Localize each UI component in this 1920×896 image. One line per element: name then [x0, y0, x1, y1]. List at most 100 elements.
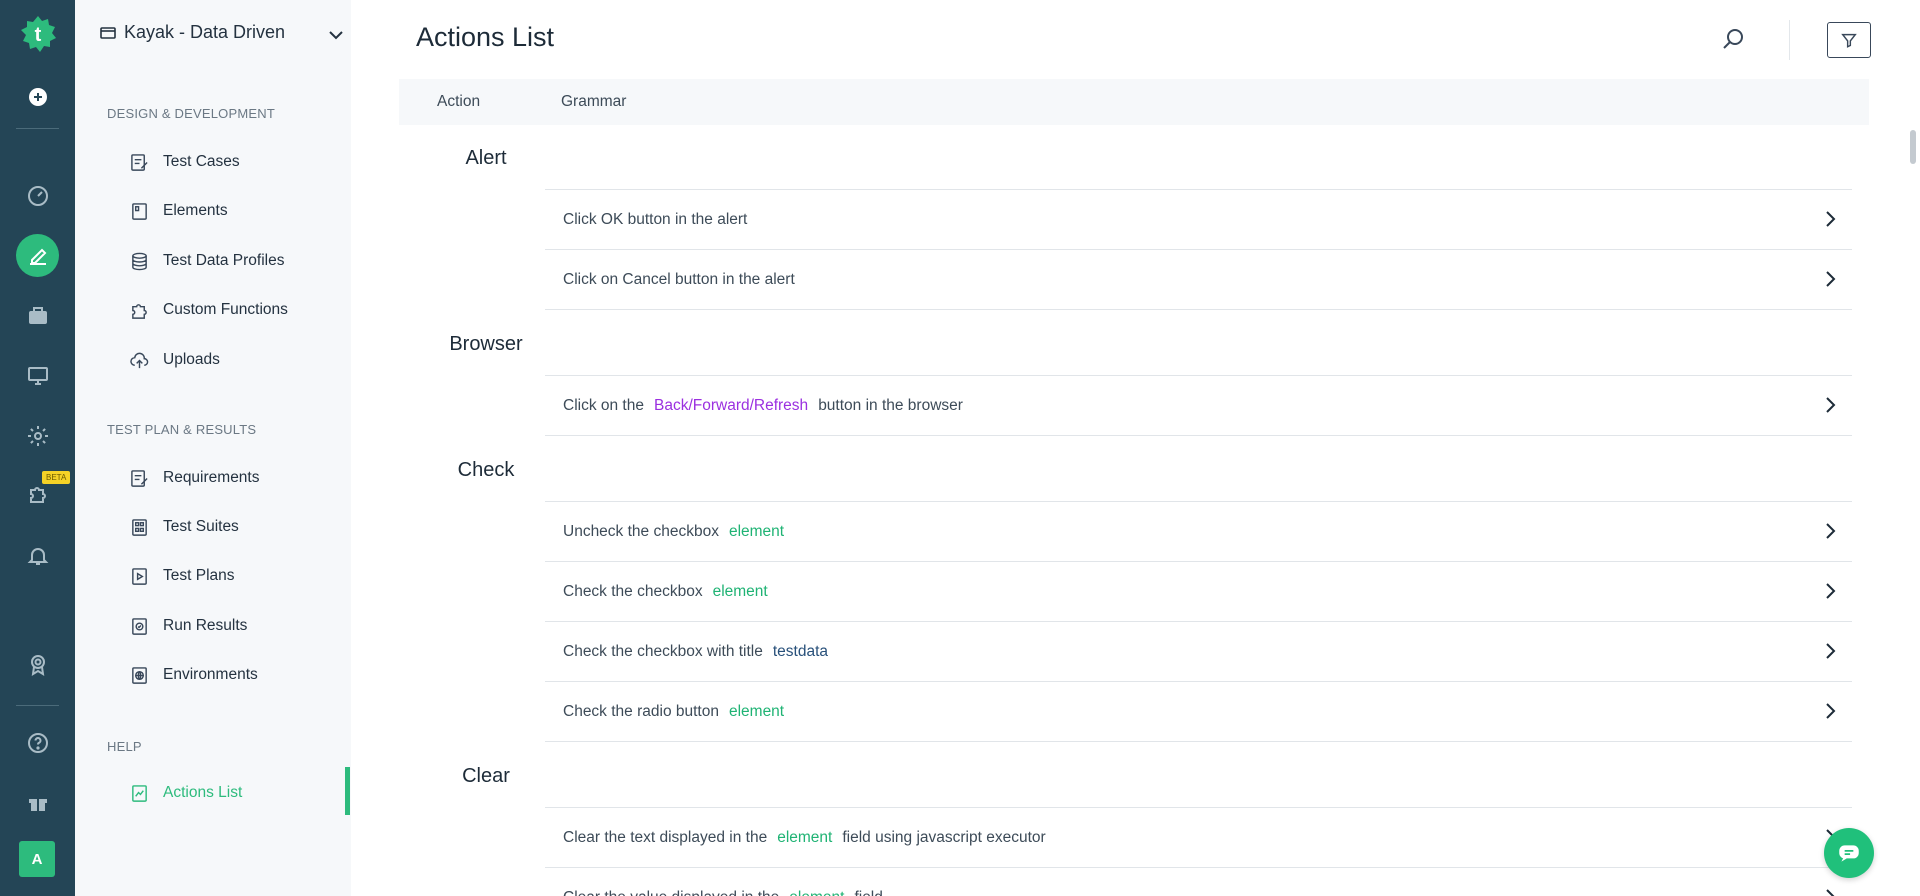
grammar-text: Clear the text displayed in the	[563, 828, 768, 846]
action-row[interactable]: Check the checkbox with title testdata	[545, 621, 1852, 681]
action-row[interactable]: Check the radio button element	[545, 681, 1852, 741]
beta-badge: BETA	[42, 471, 71, 484]
chat-button[interactable]	[1824, 828, 1874, 878]
chevron-right-icon[interactable]	[1820, 641, 1840, 661]
action-grammar: Click on Cancel button in the alert	[563, 271, 795, 289]
chevron-right-icon[interactable]	[1820, 521, 1840, 541]
rail-divider	[16, 128, 59, 129]
grammar-text: Click on Cancel button in the alert	[563, 270, 795, 288]
section-label-test-plan: TEST PLAN & RESULTS	[107, 422, 257, 437]
sidebar-item-uploads[interactable]: Uploads	[130, 345, 345, 375]
sidebar-item-label: Requirements	[163, 469, 260, 486]
group-label-clear: Clear	[462, 765, 510, 787]
help-icon[interactable]	[16, 721, 59, 764]
sidebar-item-test-plans[interactable]: Test Plans	[130, 561, 345, 591]
grammar-text: Click OK button in the alert	[563, 210, 748, 228]
grammar-text: Click on the	[563, 396, 644, 414]
sidebar-item-elements[interactable]: Elements	[130, 196, 345, 226]
row-divider	[545, 309, 1852, 310]
pencil-icon[interactable]	[16, 234, 59, 277]
grammar-argument: element	[728, 702, 785, 720]
sidebar-item-test-cases[interactable]: Test Cases	[130, 147, 345, 177]
sidebar-item-custom-functions[interactable]: Custom Functions	[130, 295, 345, 325]
action-row[interactable]: Click on Cancel button in the alert	[545, 249, 1852, 309]
briefcase-icon[interactable]	[16, 294, 59, 337]
sidebar-item-label: Test Cases	[163, 153, 240, 170]
project-icon	[100, 26, 116, 39]
sidebar-item-actions-list[interactable]: Actions List	[130, 778, 345, 808]
logo-icon[interactable]: t	[18, 14, 58, 54]
scrollbar[interactable]	[1910, 130, 1916, 164]
chevron-right-icon[interactable]	[1820, 887, 1840, 896]
column-header-action: Action	[437, 93, 481, 110]
chevron-right-icon[interactable]	[1820, 581, 1840, 601]
sidebar-item-label: Test Plans	[163, 567, 235, 584]
action-grammar: Click on the Back/Forward/Refresh button i…	[563, 397, 963, 415]
grammar-argument: element	[728, 522, 785, 540]
monitor-icon[interactable]	[16, 354, 59, 397]
page-title: Actions List	[416, 22, 555, 52]
test-suites-icon	[132, 518, 147, 536]
bell-icon[interactable]	[16, 534, 59, 577]
gift-icon[interactable]	[16, 781, 59, 824]
action-grammar: Clear the value displayed in the element f…	[563, 889, 883, 896]
avatar[interactable]: A	[19, 841, 55, 877]
requirements-icon	[131, 469, 148, 487]
sidebar-item-run-results[interactable]: Run Results	[130, 611, 345, 641]
grammar-text: Check the checkbox with title	[563, 642, 763, 660]
sidebar-item-label: Test Data Profiles	[163, 252, 285, 269]
section-label-design: DESIGN & DEVELOPMENT	[107, 106, 275, 121]
sidebar-item-environments[interactable]: Environments	[130, 660, 345, 690]
action-row[interactable]: Check the checkbox element	[545, 561, 1852, 621]
action-row[interactable]: Click OK button in the alert	[545, 189, 1852, 249]
action-row[interactable]: Clear the text displayed in the element fi…	[545, 807, 1852, 867]
add-icon[interactable]	[16, 75, 59, 118]
action-grammar: Check the radio button element	[563, 703, 794, 721]
chevron-right-icon[interactable]	[1820, 269, 1840, 289]
filter-icon	[1841, 33, 1857, 48]
chevron-right-icon[interactable]	[1820, 209, 1840, 229]
grammar-text: button in the browser	[818, 396, 963, 414]
action-row[interactable]: Clear the value displayed in the element f…	[545, 867, 1852, 896]
grammar-text: Check the checkbox	[563, 582, 703, 600]
toolbar-divider	[1789, 20, 1790, 60]
grammar-argument: element	[789, 889, 844, 896]
action-row[interactable]: Uncheck the checkbox element	[545, 501, 1852, 561]
award-icon[interactable]	[16, 643, 59, 686]
actions-list-icon	[132, 784, 147, 802]
action-grammar: Check the checkbox element	[563, 583, 778, 601]
table-header: Action Grammar	[399, 79, 1869, 125]
grammar-text: field using javascript executor	[842, 828, 1046, 846]
elements-icon	[132, 202, 147, 220]
project-selector[interactable]: Kayak - Data Driven	[100, 22, 343, 43]
sidebar-item-requirements[interactable]: Requirements	[130, 463, 345, 493]
sidebar-item-test-data-profiles[interactable]: Test Data Profiles	[130, 246, 345, 276]
grammar-argument: element	[712, 582, 768, 600]
database-icon	[132, 252, 147, 270]
sidebar: Kayak - Data Driven DESIGN & DEVELOPMENT…	[75, 0, 351, 896]
filter-button[interactable]	[1827, 22, 1871, 58]
chevron-right-icon[interactable]	[1820, 395, 1840, 415]
chat-icon	[1839, 845, 1859, 862]
run-results-icon	[132, 617, 147, 635]
group-label-browser: Browser	[449, 333, 523, 355]
search-icon[interactable]	[1718, 24, 1748, 54]
group-label-alert: Alert	[465, 147, 507, 169]
group-label-check: Check	[457, 459, 515, 481]
chevron-right-icon[interactable]	[1820, 701, 1840, 721]
active-indicator	[345, 767, 350, 815]
main-content: Actions List Action Grammar Alert Click O…	[351, 0, 1920, 896]
sidebar-item-label: Run Results	[163, 617, 248, 634]
chevron-down-icon[interactable]	[327, 26, 345, 44]
sidebar-item-label: Uploads	[163, 351, 220, 368]
test-plans-icon	[132, 567, 147, 585]
action-grammar: Clear the text displayed in the element fi…	[563, 829, 1046, 847]
sidebar-item-test-suites[interactable]: Test Suites	[130, 512, 345, 542]
action-row[interactable]: Click on the Back/Forward/Refresh button i…	[545, 375, 1852, 435]
settings-icon[interactable]	[16, 414, 59, 457]
grammar-argument: element	[777, 828, 833, 846]
sidebar-item-label: Custom Functions	[163, 301, 288, 318]
grammar-argument: testdata	[772, 642, 829, 660]
rail-divider	[16, 705, 59, 706]
dashboard-icon[interactable]	[16, 174, 59, 217]
